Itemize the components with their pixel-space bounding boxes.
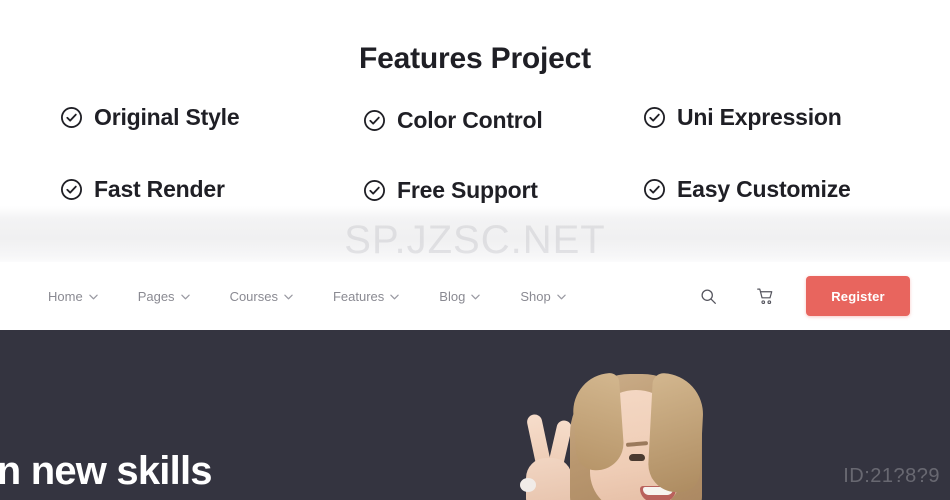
feature-item-free-support: Free Support <box>363 179 538 202</box>
feature-label: Easy Customize <box>677 176 851 202</box>
hero-headline: rn new skills <box>0 449 213 493</box>
check-circle-icon <box>60 106 83 129</box>
nav-item-shop[interactable]: Shop <box>520 288 566 304</box>
hero-section: rn new skills ID:21?8?9 <box>0 330 950 500</box>
nav-item-blog[interactable]: Blog <box>439 288 481 304</box>
page-title: Features Project <box>359 42 591 75</box>
chevron-down-icon <box>180 294 190 300</box>
search-button[interactable] <box>695 283 721 309</box>
check-circle-icon <box>60 178 83 201</box>
check-circle-icon <box>643 178 666 201</box>
nav-item-label: Pages <box>137 288 175 304</box>
nav-item-label: Blog <box>439 288 466 304</box>
nav-item-pages[interactable]: Pages <box>138 289 190 304</box>
nav-item-courses[interactable]: Courses <box>230 289 293 304</box>
page-root: Features Project Original Style Color Co… <box>0 0 950 500</box>
feature-item-uni-expression: Uni Expression <box>643 106 842 129</box>
hair-strand <box>646 372 706 494</box>
main-navbar: Home Pages Courses Features Blog Shop Re… <box>0 262 950 330</box>
chevron-down-icon <box>88 294 98 300</box>
hair-strand <box>570 372 626 472</box>
feature-item-fast-render: Fast Render <box>60 178 225 201</box>
feature-label: Color Control <box>397 107 543 133</box>
search-icon <box>700 288 717 305</box>
eyebrow <box>625 441 649 447</box>
person-portrait <box>570 372 706 500</box>
nav-actions: Register <box>695 262 950 330</box>
nav-item-label: Home <box>48 288 83 304</box>
feature-item-color-control: Color Control <box>363 109 543 132</box>
check-circle-icon <box>363 179 386 202</box>
nav-item-label: Courses <box>229 288 278 304</box>
chevron-down-icon <box>471 294 481 300</box>
feature-item-easy-customize: Easy Customize <box>643 178 851 201</box>
feature-label: Uni Expression <box>677 104 842 130</box>
site-watermark: SP.JZSC.NET <box>344 218 606 262</box>
nav-item-home[interactable]: Home <box>48 289 98 304</box>
features-grid: Original Style Color Control Uni Express… <box>0 100 950 212</box>
nav-item-label: Features <box>332 288 385 304</box>
hand-detail <box>520 478 536 492</box>
check-circle-icon <box>363 109 386 132</box>
nav-item-features[interactable]: Features <box>332 288 400 304</box>
hero-photo <box>490 372 830 500</box>
id-watermark: ID:21?8?9 <box>843 465 940 487</box>
feature-label: Free Support <box>397 177 538 203</box>
check-circle-icon <box>643 106 666 129</box>
chevron-down-icon <box>284 294 293 300</box>
nav-links: Home Pages Courses Features Blog Shop <box>48 262 566 330</box>
chevron-down-icon <box>390 294 400 300</box>
feature-label: Fast Render <box>94 176 225 202</box>
eye <box>629 454 645 461</box>
shopping-cart-icon <box>756 287 775 306</box>
feature-label: Original Style <box>94 104 240 130</box>
features-section: Features Project Original Style Color Co… <box>0 0 950 212</box>
feature-item-original-style: Original Style <box>60 104 240 130</box>
chevron-down-icon <box>556 294 566 300</box>
register-button[interactable]: Register <box>806 276 910 316</box>
nav-item-label: Shop <box>520 288 551 304</box>
cart-button[interactable] <box>752 283 778 309</box>
